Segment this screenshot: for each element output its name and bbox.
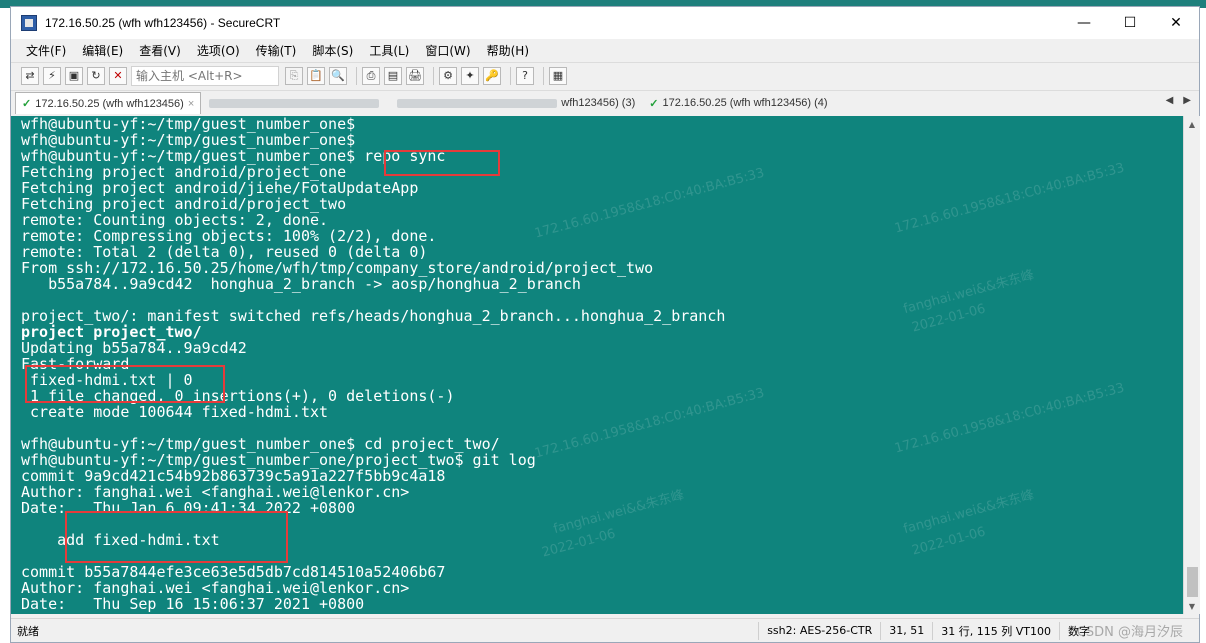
status-cipher: ssh2: AES-256-CTR: [758, 621, 880, 640]
menu-script[interactable]: 脚本(S): [309, 40, 356, 61]
terminal-line: remote: Total 2 (delta 0), reused 0 (del…: [21, 243, 428, 261]
blurred-tab-label: [209, 98, 380, 108]
status-bar: 就绪 ssh2: AES-256-CTR 31, 51 31 行, 115 列 …: [11, 618, 1199, 642]
terminal-area[interactable]: 172.16.60.1958&18:C0:40:BA:B5:33 172.16.…: [11, 116, 1183, 614]
session-tab-bar: ✓ 172.16.50.25 (wfh wfh123456) × wfh1234…: [11, 90, 1199, 114]
keymap-icon[interactable]: 🔑: [483, 66, 501, 85]
disconnect-icon[interactable]: ✕: [109, 66, 127, 85]
terminal-line: Updating b55a784..9a9cd42: [21, 339, 247, 357]
print-selection-icon[interactable]: ▤: [384, 66, 402, 85]
quick-connect-icon[interactable]: ⚡: [43, 66, 61, 85]
terminal-line: Fetching project android/jiehe/FotaUpdat…: [21, 179, 419, 197]
tab-label: 172.16.50.25 (wfh wfh123456): [35, 97, 184, 110]
toolbar-separator: [543, 66, 544, 85]
scroll-up-icon[interactable]: ▲: [1184, 116, 1200, 132]
window-title: 172.16.50.25 (wfh wfh123456) - SecureCRT: [45, 16, 281, 30]
tab-scroll-right-icon[interactable]: ▶: [1183, 95, 1191, 106]
tab-close-icon[interactable]: ×: [188, 98, 194, 110]
tab-session-3[interactable]: wfh123456) (3): [391, 92, 641, 114]
watermark: 172.16.60.1958&18:C0:40:BA:B5:33: [893, 380, 1127, 457]
toolbar-separator: [510, 66, 511, 85]
printer-icon[interactable]: 🖨: [406, 66, 424, 85]
menu-options[interactable]: 选项(O): [194, 40, 243, 61]
terminal-line: project_two/: manifest switched refs/hea…: [21, 307, 726, 325]
terminal-line: commit b55a7844efe3ce63e5d5db7cd814510a5…: [21, 563, 446, 581]
toolbar-separator: [433, 66, 434, 85]
toolbar: ⇄ ⚡ ▣ ↻ ✕ ⎘ 📋 🔍 ⎙ ▤ 🖨 ⚙ ✦ 🔑 ? ▦: [11, 62, 1199, 88]
menu-file[interactable]: 文件(F): [23, 40, 69, 61]
maximize-button[interactable]: ☐: [1107, 7, 1153, 39]
terminal-line: wfh@ubuntu-yf:~/tmp/guest_number_one/pro…: [21, 451, 536, 469]
connected-check-icon: ✓: [649, 97, 659, 110]
tab-session-2[interactable]: [203, 92, 389, 114]
scroll-thumb[interactable]: [1187, 567, 1198, 597]
menu-view[interactable]: 查看(V): [136, 40, 184, 61]
terminal-line: Author: fanghai.wei <fanghai.wei@lenkor.…: [21, 579, 410, 597]
menu-tools[interactable]: 工具(L): [366, 40, 412, 61]
menu-transfer[interactable]: 传输(T): [253, 40, 300, 61]
highlight-box-fixed-hdmi: [25, 365, 225, 403]
terminal-line: Date: Thu Sep 16 15:06:37 2021 +0800: [21, 595, 365, 613]
terminal-line: project project_two/: [21, 323, 202, 341]
securecrt-app-icon: [21, 15, 37, 31]
toolbar-separator: [356, 66, 357, 85]
find-icon[interactable]: 🔍: [329, 66, 347, 85]
terminal-line: wfh@ubuntu-yf:~/tmp/guest_number_one$ cd…: [21, 435, 500, 453]
highlight-box-commit-message: [65, 511, 288, 563]
paste-icon[interactable]: 📋: [307, 66, 325, 85]
menu-help[interactable]: 帮助(H): [484, 40, 532, 61]
securecrt-window: 172.16.50.25 (wfh wfh123456) - SecureCRT…: [10, 6, 1200, 643]
menu-bar: 文件(F) 编辑(E) 查看(V) 选项(O) 传输(T) 脚本(S) 工具(L…: [11, 39, 1199, 61]
copy-icon[interactable]: ⎘: [285, 66, 303, 85]
connected-check-icon: ✓: [22, 98, 32, 110]
tab-scroll-controls: ◀ ▶: [1166, 95, 1191, 106]
blurred-tab-label: [397, 98, 558, 108]
csdn-watermark: CSDN @海月汐辰: [1076, 624, 1183, 640]
terminal-line: wfh@ubuntu-yf:~/tmp/guest_number_one$: [21, 131, 356, 149]
menu-edit[interactable]: 编辑(E): [79, 40, 126, 61]
terminal-line: wfh@ubuntu-yf:~/tmp/guest_number_one$: [21, 116, 356, 133]
menu-window[interactable]: 窗口(W): [422, 40, 473, 61]
title-bar: 172.16.50.25 (wfh wfh123456) - SecureCRT…: [11, 7, 1199, 39]
tab-session-4[interactable]: ✓ 172.16.50.25 (wfh wfh123456) (4): [643, 92, 833, 114]
host-input[interactable]: [131, 65, 279, 86]
terminal-line: From ssh://172.16.50.25/home/wfh/tmp/com…: [21, 259, 654, 277]
terminal-line: Fetching project android/project_one: [21, 163, 347, 181]
terminal-line: remote: Compressing objects: 100% (2/2),…: [21, 227, 437, 245]
print-icon[interactable]: ⎙: [362, 66, 380, 85]
sftp-icon[interactable]: ▦: [549, 66, 567, 85]
close-button[interactable]: ✕: [1153, 7, 1199, 39]
tab-label: wfh123456) (3): [561, 97, 636, 109]
terminal-line: commit 9a9cd421c54b92b863739c5a91a227f5b…: [21, 467, 446, 485]
status-ready: 就绪: [17, 624, 39, 638]
tab-scroll-left-icon[interactable]: ◀: [1166, 95, 1174, 106]
terminal-line: create mode 100644 fixed-hdmi.txt: [21, 403, 329, 421]
tab-session-active[interactable]: ✓ 172.16.50.25 (wfh wfh123456) ×: [15, 92, 202, 114]
connect-icon[interactable]: ⇄: [21, 66, 39, 85]
status-cursor-position: 31, 51: [880, 621, 932, 640]
status-terminal-size: 31 行, 115 列 VT100: [932, 621, 1059, 640]
watermark: 172.16.60.1958&18:C0:40:BA:B5:33: [893, 160, 1127, 237]
reconnect-icon[interactable]: ↻: [87, 66, 105, 85]
terminal-line: b55a784..9a9cd42 honghua_2_branch -> aos…: [21, 275, 581, 293]
help-icon[interactable]: ?: [516, 66, 534, 85]
terminal-scrollbar[interactable]: ▲ ▼: [1183, 116, 1200, 614]
window-controls: — ☐ ✕: [1061, 7, 1199, 39]
terminal-line: remote: Counting objects: 2, done.: [21, 211, 329, 229]
highlight-box-repo-sync: [384, 150, 500, 176]
global-options-icon[interactable]: ✦: [461, 66, 479, 85]
scroll-down-icon[interactable]: ▼: [1184, 598, 1200, 614]
terminal-line: Fetching project android/project_two: [21, 195, 347, 213]
connect-tab-icon[interactable]: ▣: [65, 66, 83, 85]
tab-label: 172.16.50.25 (wfh wfh123456) (4): [662, 97, 828, 109]
minimize-button[interactable]: —: [1061, 7, 1107, 39]
terminal-line: wfh@ubuntu-yf:~/tmp/guest_number_one$ re…: [21, 147, 446, 165]
terminal-line: Author: fanghai.wei <fanghai.wei@lenkor.…: [21, 483, 410, 501]
session-options-icon[interactable]: ⚙: [439, 66, 457, 85]
